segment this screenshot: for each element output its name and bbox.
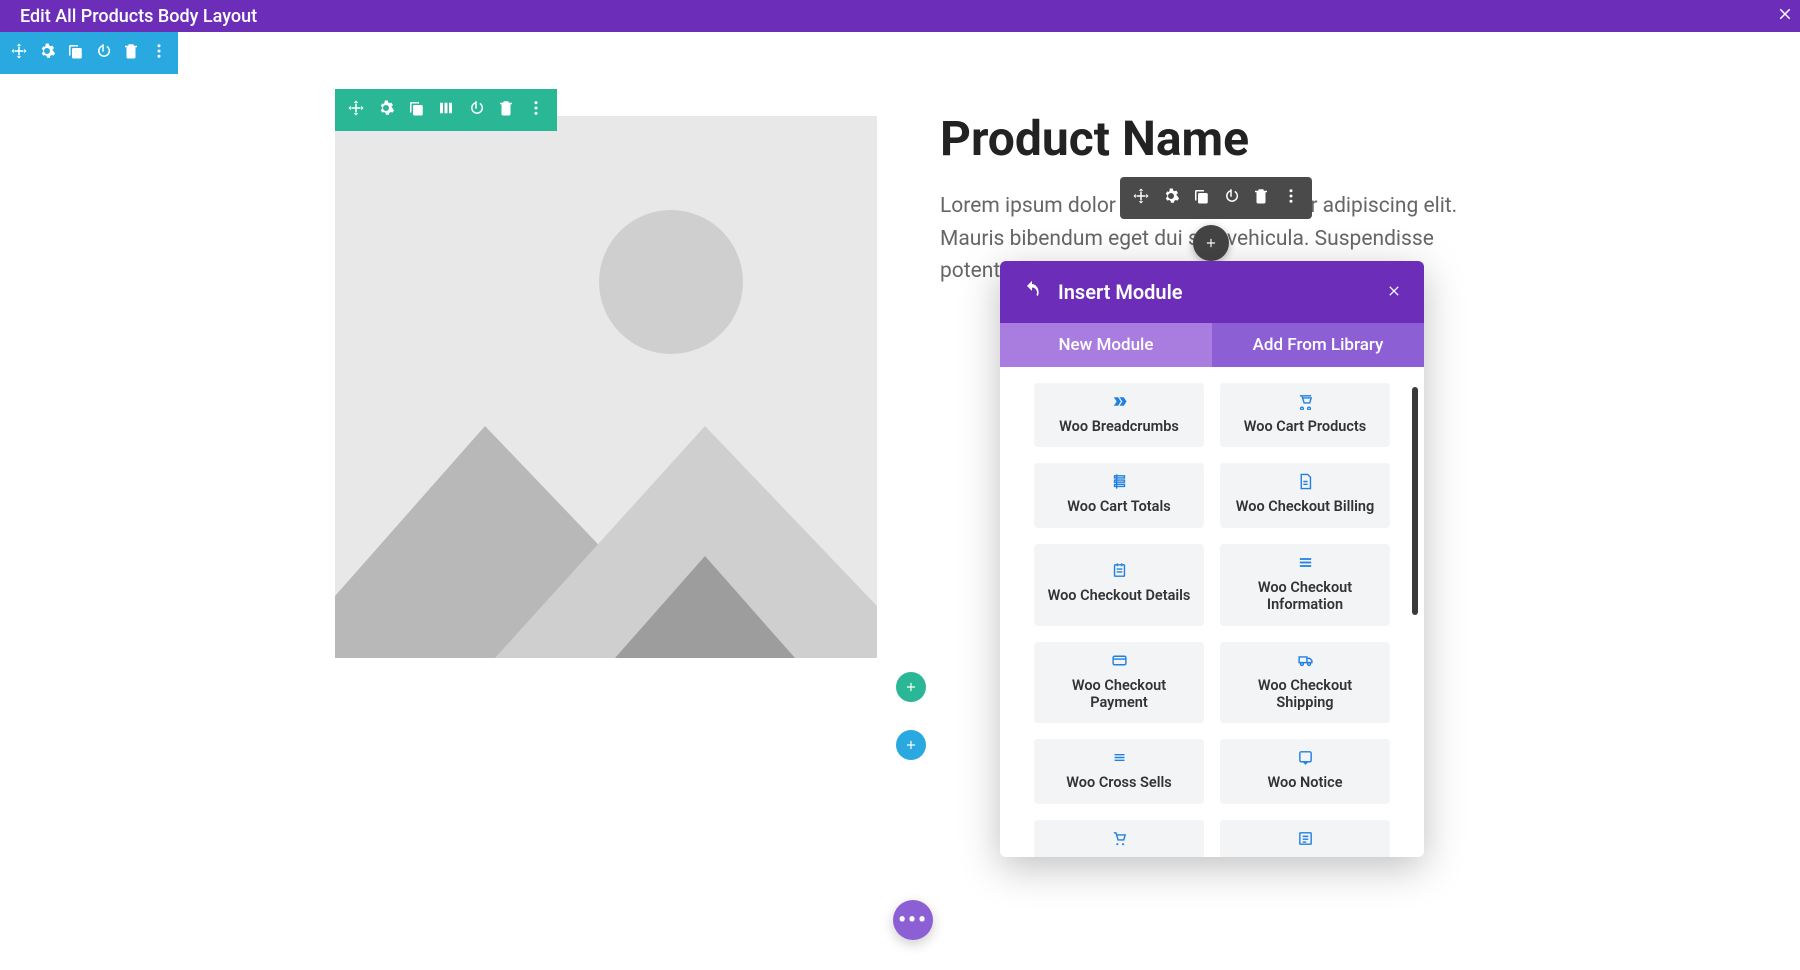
- add-module-button[interactable]: [1193, 225, 1229, 261]
- tab-add-from-library[interactable]: Add From Library: [1212, 323, 1424, 367]
- move-icon[interactable]: [1132, 187, 1150, 209]
- product-image-placeholder[interactable]: [335, 116, 877, 658]
- module-card-cross[interactable]: Woo Cross Sells: [1034, 739, 1204, 803]
- duplicate-icon[interactable]: [407, 99, 425, 121]
- module-toolbar: [1120, 177, 1312, 219]
- billing-icon: [1297, 473, 1314, 494]
- more-icon[interactable]: [150, 42, 168, 64]
- builder-settings-fab[interactable]: •••: [893, 900, 933, 940]
- ellipsis-icon: •••: [898, 908, 928, 933]
- breadcrumb-icon: [1111, 393, 1128, 414]
- more-icon[interactable]: [527, 99, 545, 121]
- module-label: Woo Cart Products: [1244, 418, 1367, 435]
- module-card-desc[interactable]: Woo Product Description: [1220, 820, 1390, 857]
- module-card-billing[interactable]: Woo Checkout Billing: [1220, 463, 1390, 527]
- trash-icon[interactable]: [1252, 187, 1270, 209]
- section-toolbar: [0, 32, 178, 74]
- duplicate-icon[interactable]: [1192, 187, 1210, 209]
- shipping-icon: [1297, 652, 1314, 673]
- module-label: Woo Product Add To Cart: [1042, 855, 1196, 857]
- totals-icon: [1111, 473, 1128, 494]
- top-bar: Edit All Products Body Layout: [0, 0, 1800, 32]
- info-icon: [1297, 554, 1314, 575]
- module-label: Woo Checkout Details: [1048, 587, 1191, 604]
- power-icon[interactable]: [467, 99, 485, 121]
- product-name-heading: Product Name: [940, 110, 1249, 167]
- notice-icon: [1297, 749, 1314, 770]
- add-row-button[interactable]: [896, 672, 926, 702]
- desc-icon: [1297, 830, 1314, 851]
- module-card-details[interactable]: Woo Checkout Details: [1034, 544, 1204, 626]
- module-card-addcart[interactable]: Woo Product Add To Cart: [1034, 820, 1204, 857]
- more-icon[interactable]: [1282, 187, 1300, 209]
- module-label: Woo Checkout Information: [1228, 579, 1382, 614]
- module-card-info[interactable]: Woo Checkout Information: [1220, 544, 1390, 626]
- cart-icon: [1297, 393, 1314, 414]
- page-title: Edit All Products Body Layout: [20, 6, 257, 27]
- modal-header: Insert Module: [1000, 261, 1424, 323]
- module-label: Woo Product Description: [1228, 855, 1382, 857]
- row-toolbar: [335, 89, 557, 131]
- module-label: Woo Checkout Payment: [1042, 677, 1196, 712]
- trash-icon[interactable]: [122, 42, 140, 64]
- gear-icon[interactable]: [1162, 187, 1180, 209]
- close-icon[interactable]: [1386, 280, 1402, 304]
- power-icon[interactable]: [94, 42, 112, 64]
- payment-icon: [1111, 652, 1128, 673]
- columns-icon[interactable]: [437, 99, 455, 121]
- move-icon[interactable]: [10, 42, 28, 64]
- addcart-icon: [1111, 830, 1128, 851]
- gear-icon[interactable]: [38, 42, 56, 64]
- module-label: Woo Checkout Billing: [1236, 498, 1375, 515]
- modal-tabs: New Module Add From Library: [1000, 323, 1424, 367]
- scrollbar[interactable]: [1412, 387, 1418, 615]
- module-label: Woo Cart Totals: [1067, 498, 1170, 515]
- trash-icon[interactable]: [497, 99, 515, 121]
- back-icon[interactable]: [1022, 280, 1042, 304]
- module-label: Woo Breadcrumbs: [1059, 418, 1179, 435]
- cross-icon: [1111, 749, 1128, 770]
- module-card-shipping[interactable]: Woo Checkout Shipping: [1220, 642, 1390, 724]
- module-card-cart[interactable]: Woo Cart Products: [1220, 383, 1390, 447]
- add-section-button[interactable]: [896, 730, 926, 760]
- module-label: Woo Notice: [1268, 774, 1343, 791]
- power-icon[interactable]: [1222, 187, 1240, 209]
- modal-body: Woo Breadcrumbs Woo Cart Products Woo Cart…: [1000, 367, 1424, 857]
- module-card-notice[interactable]: Woo Notice: [1220, 739, 1390, 803]
- modal-title: Insert Module: [1058, 280, 1370, 304]
- module-label: Woo Cross Sells: [1066, 774, 1171, 791]
- module-card-breadcrumb[interactable]: Woo Breadcrumbs: [1034, 383, 1204, 447]
- close-icon[interactable]: [1776, 4, 1794, 29]
- details-icon: [1111, 562, 1128, 583]
- duplicate-icon[interactable]: [66, 42, 84, 64]
- insert-module-modal: Insert Module New Module Add From Librar…: [1000, 261, 1424, 857]
- module-card-payment[interactable]: Woo Checkout Payment: [1034, 642, 1204, 724]
- gear-icon[interactable]: [377, 99, 395, 121]
- move-icon[interactable]: [347, 99, 365, 121]
- module-card-totals[interactable]: Woo Cart Totals: [1034, 463, 1204, 527]
- module-label: Woo Checkout Shipping: [1228, 677, 1382, 712]
- tab-new-module[interactable]: New Module: [1000, 323, 1212, 367]
